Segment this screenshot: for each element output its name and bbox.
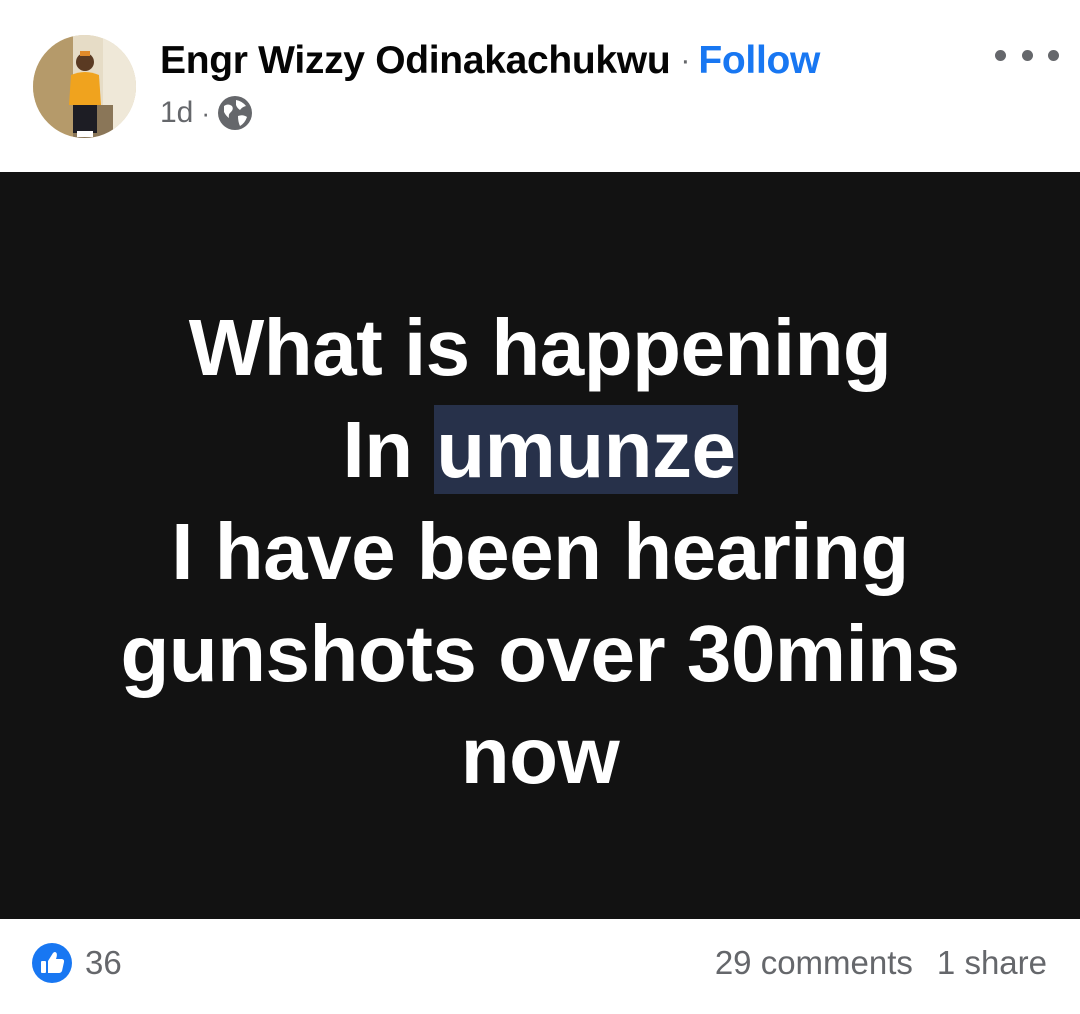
post-header: Engr Wizzy Odinakachukwu · Follow 1d · xyxy=(0,0,1080,172)
shares-count-link[interactable]: 1 share xyxy=(937,940,1047,986)
like-icon[interactable] xyxy=(31,942,73,984)
name-separator: · xyxy=(680,44,691,77)
post-text-word: In xyxy=(342,405,413,494)
post-timestamp[interactable]: 1d xyxy=(160,96,193,130)
more-options-icon xyxy=(1021,49,1033,61)
follow-button[interactable]: Follow xyxy=(698,39,820,83)
globe-icon xyxy=(216,94,254,132)
more-options-button[interactable] xyxy=(995,35,1059,75)
reaction-count[interactable]: 36 xyxy=(85,940,122,986)
more-options-icon xyxy=(995,49,1006,61)
highlighted-text-selection[interactable]: umunze xyxy=(434,405,738,494)
post-text-line: I have been hearing xyxy=(171,507,909,596)
author-line: Engr Wizzy Odinakachukwu · Follow xyxy=(160,36,820,86)
post-text-line: now xyxy=(460,711,620,800)
post-text-line: In umunze xyxy=(0,399,1080,501)
post-text: What is happening In umunze I have been … xyxy=(0,297,1080,807)
post-text-line: What is happening xyxy=(188,303,892,392)
engagement-stats: 29 comments 1 share xyxy=(715,940,1047,986)
meta-separator: · xyxy=(201,97,211,128)
post-text-line: gunshots over 30mins xyxy=(120,609,960,698)
comments-count-link[interactable]: 29 comments xyxy=(715,940,913,986)
more-options-icon xyxy=(1048,49,1059,61)
post-text-background[interactable]: What is happening In umunze I have been … xyxy=(0,172,1080,919)
author-name[interactable]: Engr Wizzy Odinakachukwu xyxy=(160,39,671,83)
avatar[interactable] xyxy=(33,35,136,138)
post-meta: 1d · xyxy=(160,92,254,134)
